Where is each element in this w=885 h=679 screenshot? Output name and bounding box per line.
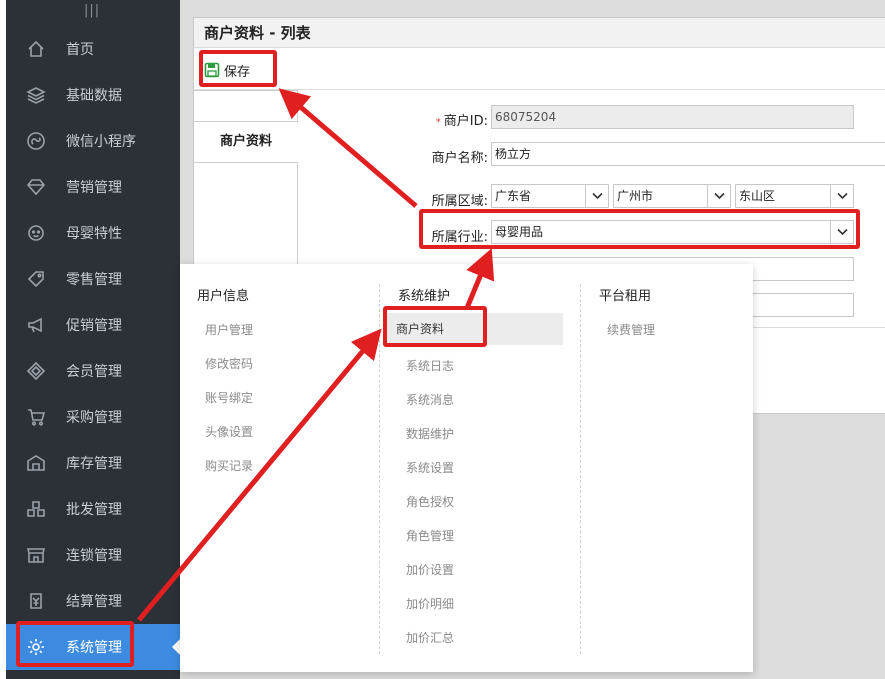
store-icon bbox=[26, 545, 46, 565]
sidebar-item-retail[interactable]: 零售管理 bbox=[6, 256, 180, 302]
tag-icon bbox=[26, 269, 46, 289]
industry-value: 母婴用品 bbox=[495, 225, 544, 239]
chevron-down-icon bbox=[830, 221, 853, 243]
menu-column-title: 平台租用 bbox=[599, 289, 652, 304]
menu-item-change-password[interactable]: 修改密码 bbox=[205, 355, 253, 372]
sidebar-item-purchase[interactable]: 采购管理 bbox=[6, 394, 180, 440]
menu-item-markup-detail[interactable]: 加价明细 bbox=[406, 595, 454, 612]
save-label: 保存 bbox=[224, 64, 251, 80]
save-button[interactable]: 保存 bbox=[204, 59, 250, 81]
sidebar-item-home[interactable]: 首页 bbox=[6, 26, 180, 72]
sidebar-item-marketing[interactable]: 营销管理 bbox=[6, 164, 180, 210]
district-value: 东山区 bbox=[739, 189, 776, 203]
chevron-down-icon bbox=[585, 185, 608, 207]
menu-item-system-message[interactable]: 系统消息 bbox=[406, 391, 454, 408]
city-select[interactable]: 广州市 bbox=[613, 184, 731, 208]
menu-item-markup-summary[interactable]: 加价汇总 bbox=[406, 629, 454, 646]
layers-icon bbox=[26, 85, 46, 105]
sidebar-item-member[interactable]: 会员管理 bbox=[6, 348, 180, 394]
sidebar-item-promotion[interactable]: 促销管理 bbox=[6, 302, 180, 348]
sidebar-item-label: 零售管理 bbox=[66, 272, 122, 288]
toolbar: 保存 bbox=[194, 49, 885, 90]
sidebar-item-label: 营销管理 bbox=[66, 180, 122, 196]
menu-item-renewal[interactable]: 续费管理 bbox=[607, 321, 655, 338]
menu-item-account-bind[interactable]: 账号绑定 bbox=[205, 389, 253, 406]
sidebar-item-label: 库存管理 bbox=[66, 456, 122, 472]
menu-column-title: 用户信息 bbox=[197, 289, 250, 304]
merchant-id-label: * 商户ID: bbox=[435, 114, 488, 129]
sidebar-item-chain[interactable]: 连锁管理 bbox=[6, 532, 180, 578]
menu-column-title: 系统维护 bbox=[398, 289, 451, 304]
diamond-icon bbox=[26, 177, 46, 197]
miniprogram-icon bbox=[26, 131, 46, 151]
merchant-id-field: 68075204 bbox=[491, 105, 854, 129]
sidebar-item-label: 首页 bbox=[66, 42, 94, 58]
grip-icon[interactable]: ||| bbox=[84, 4, 100, 18]
industry-select[interactable]: 母婴用品 bbox=[491, 220, 854, 244]
sidebar-item-label: 批发管理 bbox=[66, 502, 122, 518]
sidebar-item-label: 结算管理 bbox=[66, 594, 122, 610]
sidebar-item-label: 连锁管理 bbox=[66, 548, 122, 564]
menu-item-merchant-info[interactable]: 商户资料 bbox=[383, 313, 563, 345]
city-value: 广州市 bbox=[617, 189, 654, 203]
sidebar-item-wholesale[interactable]: 批发管理 bbox=[6, 486, 180, 532]
menu-item-user-manage[interactable]: 用户管理 bbox=[205, 321, 253, 338]
menu-item-data-maintenance[interactable]: 数据维护 bbox=[406, 425, 454, 442]
menu-divider bbox=[379, 284, 381, 654]
province-value: 广东省 bbox=[495, 189, 532, 203]
sidebar-item-label: 系统管理 bbox=[66, 640, 122, 656]
menu-item-purchase-records[interactable]: 购买记录 bbox=[205, 457, 253, 474]
sidebar-item-label: 会员管理 bbox=[66, 364, 122, 380]
sidebar-item-system[interactable]: 系统管理 bbox=[6, 624, 180, 670]
sidebar: ||| 首页 基础数据 微信小程序 营销管理 母婴特性 零售管理 促销管理 会员… bbox=[6, 0, 180, 679]
merchant-name-label: 商户名称: bbox=[431, 151, 488, 166]
chevron-down-icon bbox=[830, 185, 853, 207]
baby-face-icon bbox=[26, 223, 46, 243]
menu-item-role-auth[interactable]: 角色授权 bbox=[406, 493, 454, 510]
gear-icon bbox=[26, 637, 46, 657]
menu-divider bbox=[580, 284, 582, 654]
district-select[interactable]: 东山区 bbox=[735, 184, 854, 208]
sidebar-item-baby[interactable]: 母婴特性 bbox=[6, 210, 180, 256]
home-icon bbox=[26, 39, 46, 59]
sidebar-item-label: 母婴特性 bbox=[66, 226, 122, 242]
province-select[interactable]: 广东省 bbox=[491, 184, 609, 208]
sidebar-item-label: 采购管理 bbox=[66, 410, 122, 426]
chevron-down-icon bbox=[707, 185, 730, 207]
megaphone-icon bbox=[26, 315, 46, 335]
member-diamond-icon bbox=[26, 361, 46, 381]
menu-item-role-manage[interactable]: 角色管理 bbox=[406, 527, 454, 544]
menu-item-avatar[interactable]: 头像设置 bbox=[205, 423, 253, 440]
sidebar-item-inventory[interactable]: 库存管理 bbox=[6, 440, 180, 486]
sidebar-item-label: 促销管理 bbox=[66, 318, 122, 334]
warehouse-icon bbox=[26, 453, 46, 473]
settlement-icon bbox=[26, 591, 46, 611]
sidebar-item-label: 微信小程序 bbox=[66, 134, 136, 150]
industry-label: 所属行业: bbox=[431, 230, 488, 245]
tab-blank bbox=[194, 90, 298, 122]
menu-item-markup-settings[interactable]: 加价设置 bbox=[406, 561, 454, 578]
merchant-name-input[interactable]: 杨立方 bbox=[491, 142, 885, 166]
sidebar-item-miniprogram[interactable]: 微信小程序 bbox=[6, 118, 180, 164]
menu-item-system-log[interactable]: 系统日志 bbox=[406, 357, 454, 374]
page-title: 商户资料 - 列表 bbox=[194, 18, 885, 48]
system-menu-dropdown: 用户信息 用户管理 修改密码 账号绑定 头像设置 购买记录 系统维护 商户资料 … bbox=[180, 264, 753, 672]
sidebar-item-settlement[interactable]: 结算管理 bbox=[6, 578, 180, 624]
sidebar-item-basic-data[interactable]: 基础数据 bbox=[6, 72, 180, 118]
required-mark: * bbox=[435, 117, 441, 128]
menu-item-system-settings[interactable]: 系统设置 bbox=[406, 459, 454, 476]
cart-icon bbox=[26, 407, 46, 427]
sidebar-item-label: 基础数据 bbox=[66, 88, 122, 104]
tab-merchant-info[interactable]: 商户资料 bbox=[194, 122, 299, 162]
region-label: 所属区域: bbox=[431, 194, 488, 209]
floppy-disk-icon bbox=[204, 62, 220, 78]
boxes-icon bbox=[26, 499, 46, 519]
